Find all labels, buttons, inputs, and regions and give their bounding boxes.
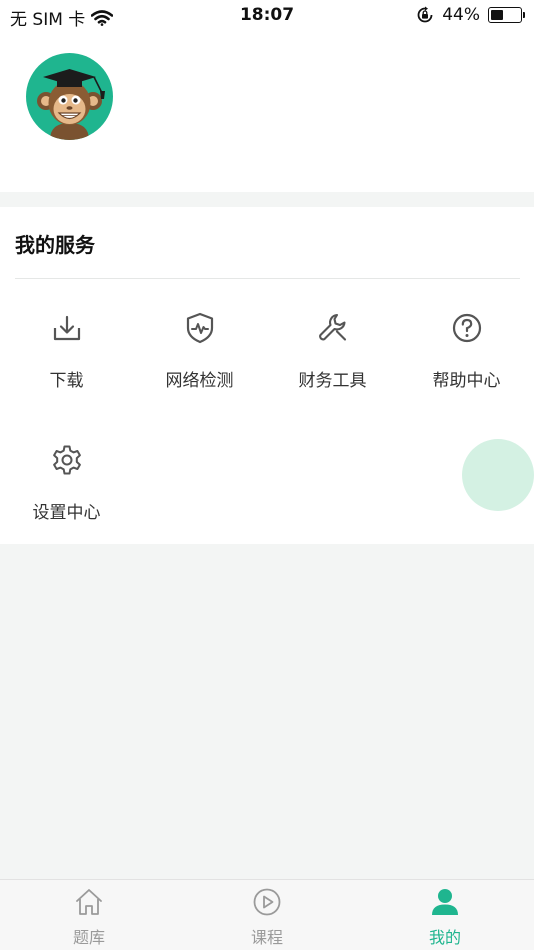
download-icon [53, 315, 80, 341]
tab-label: 题库 [72, 928, 105, 947]
gear-icon [52, 445, 81, 475]
tab-label: 我的 [428, 928, 461, 947]
tab-question-bank[interactable]: 题库 [0, 880, 178, 950]
help-circle-icon [452, 313, 481, 343]
service-download[interactable]: 下载 [0, 311, 133, 421]
tab-mine[interactable]: 我的 [356, 880, 534, 950]
monkey-graduate-avatar-icon [37, 69, 105, 140]
battery-icon [488, 7, 525, 23]
tab-label: 课程 [250, 928, 283, 947]
tab-bar: 题库 课程 我的 [0, 879, 534, 950]
service-label: 财务工具 [298, 371, 367, 391]
tab-courses[interactable]: 课程 [178, 880, 356, 950]
status-right: 44% [416, 5, 525, 25]
shield-pulse-icon [186, 312, 213, 344]
service-settings-center[interactable]: 设置中心 [0, 443, 133, 553]
battery-percent: 44% [442, 5, 480, 25]
service-help-center[interactable]: 帮助中心 [400, 311, 533, 421]
wrench-icon [318, 313, 346, 341]
floating-action-button[interactable] [462, 439, 534, 511]
avatar[interactable] [26, 53, 113, 140]
service-label: 下载 [49, 371, 84, 391]
status-bar: 无 SIM 卡 18:07 44% [0, 0, 534, 30]
play-circle-icon [253, 888, 281, 916]
service-label: 设置中心 [32, 503, 101, 523]
my-services-section: 我的服务 下载 网络检测 财务工具 帮助中心 设置中心 [0, 207, 534, 544]
divider [15, 278, 520, 279]
service-label: 网络检测 [165, 371, 234, 391]
service-label: 帮助中心 [432, 371, 501, 391]
home-icon [76, 889, 102, 915]
rotation-lock-icon [417, 6, 433, 23]
section-title: 我的服务 [15, 233, 95, 257]
battery-level [491, 10, 504, 20]
service-network-check[interactable]: 网络检测 [133, 311, 266, 421]
person-icon [432, 889, 458, 915]
service-finance-tools[interactable]: 财务工具 [266, 311, 399, 421]
profile-header [0, 30, 534, 192]
